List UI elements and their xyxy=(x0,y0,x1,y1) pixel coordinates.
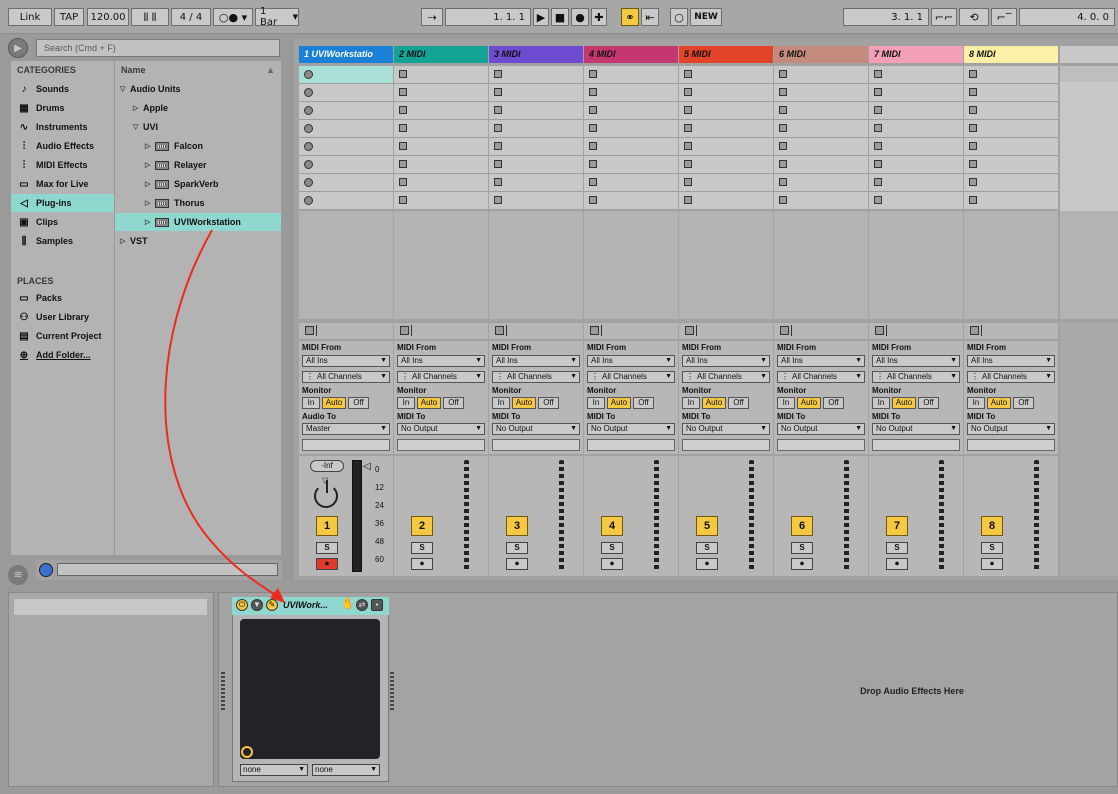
arrowhead-icon xyxy=(270,588,285,603)
drag-arrow-annotation xyxy=(164,229,285,603)
arrow-path xyxy=(164,229,284,601)
